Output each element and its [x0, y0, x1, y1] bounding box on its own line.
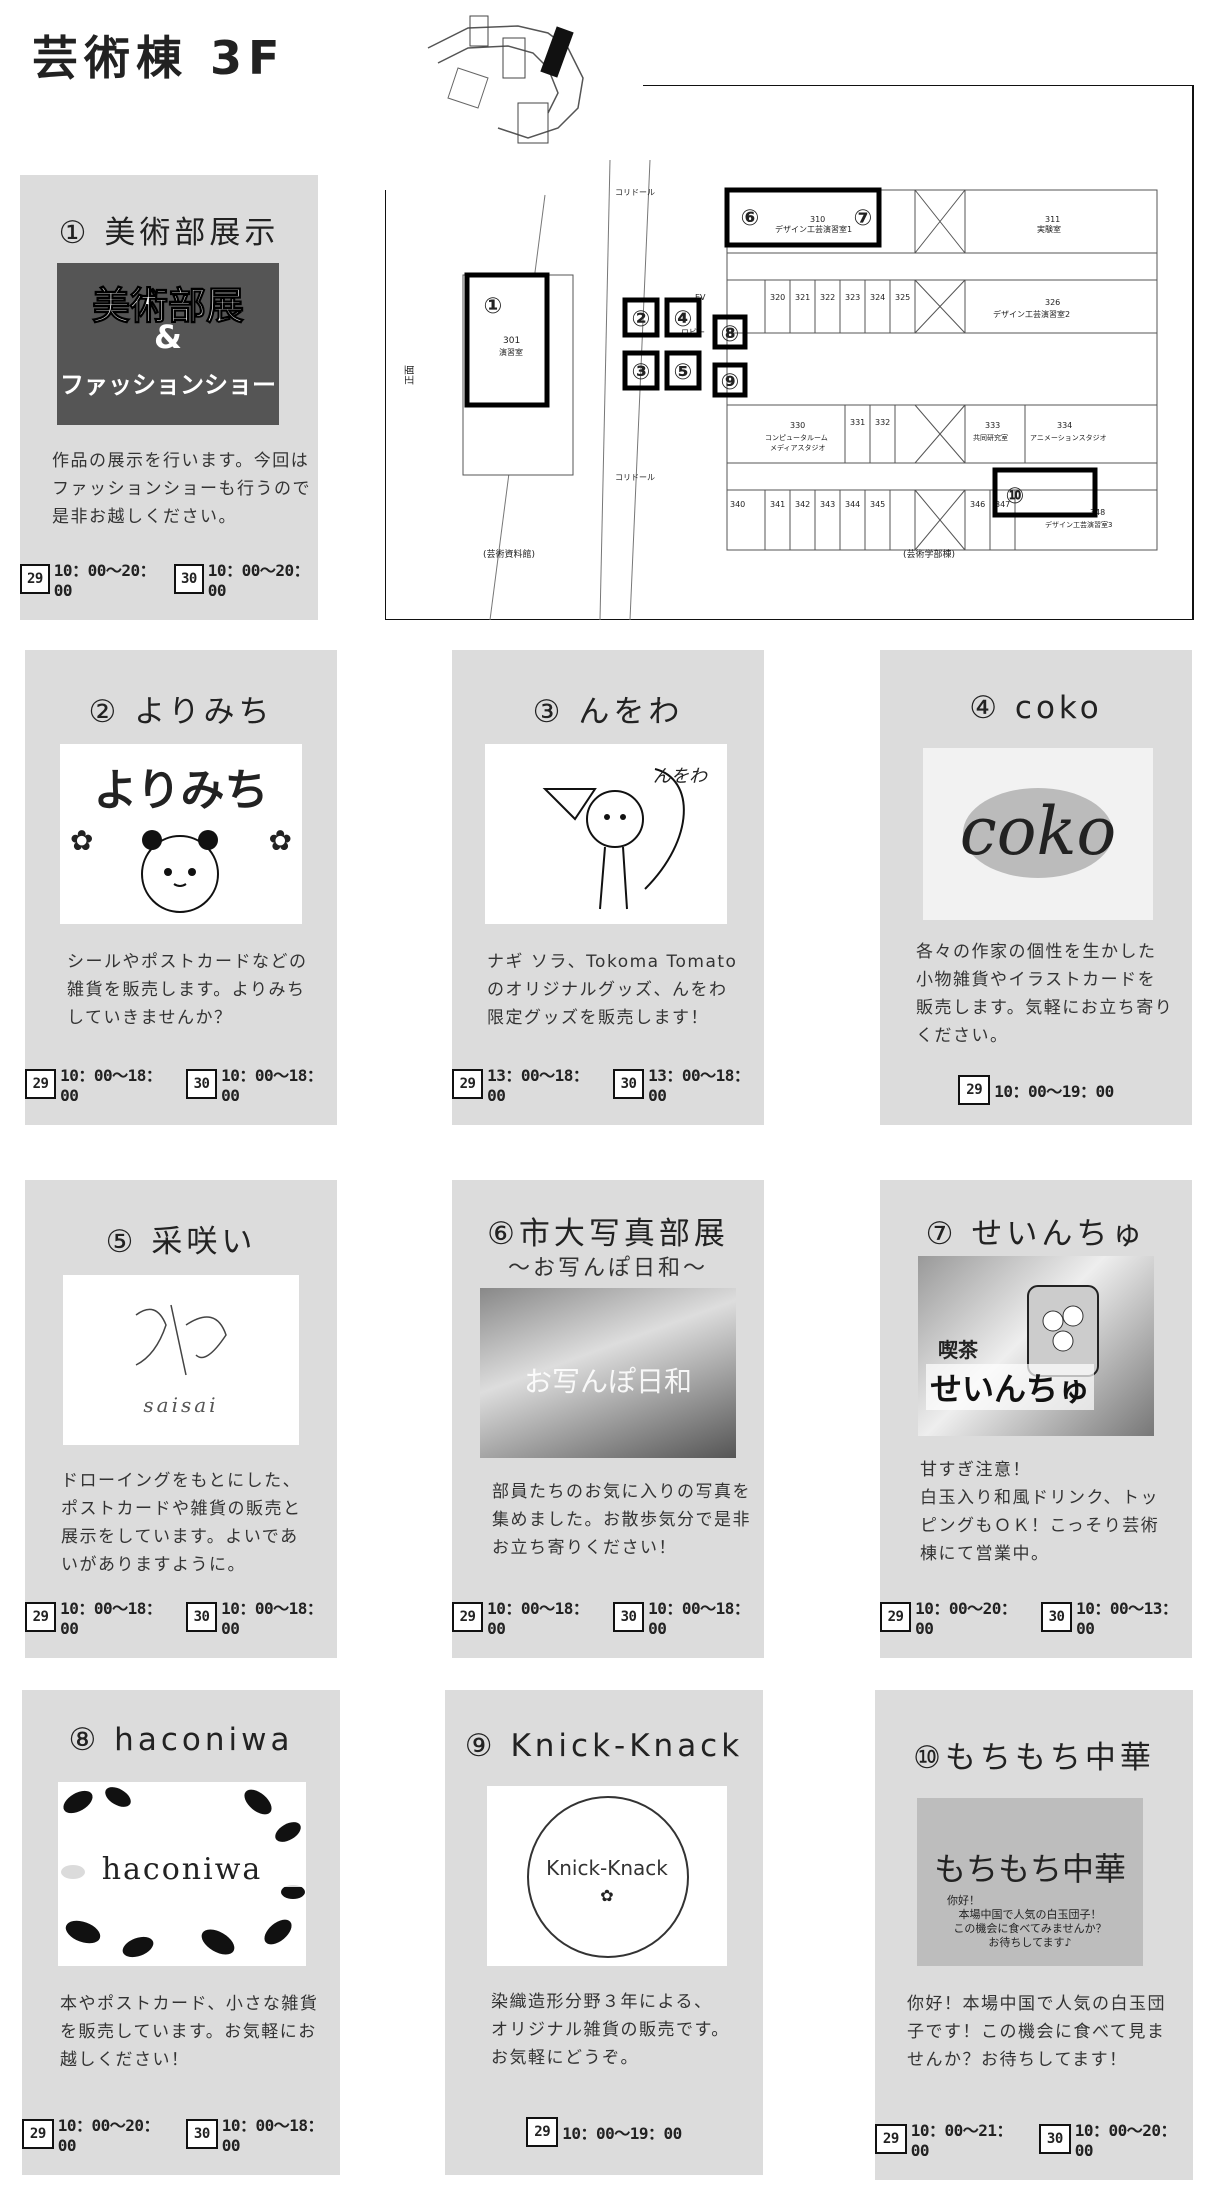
- booth-image: 喫茶 せいんちゅ: [918, 1256, 1154, 1436]
- booth-card-3: ③ んをわ んをわ ナギ ソラ、Tokoma Tomato のオリジナルグッズ、…: [452, 650, 764, 1125]
- booth-description: 甘すぎ注意！ 白玉入り和風ドリンク、トッ ピングもＯＫ！こっそり芸術 棟にて営業…: [920, 1460, 1160, 1564]
- svg-text:コリドール: コリドール: [615, 188, 655, 197]
- booth-schedule: 29 10：00～18：00 30 10：00～18：00: [452, 1595, 764, 1638]
- booth-title: ⑥市大写真部展: [487, 1216, 729, 1252]
- booth-title: ⑤ 采咲い: [105, 1224, 257, 1260]
- booth-description: 部員たちのお気に入りの写真を 集めました。お散歩気分で是非 お立ち寄りください！: [492, 1482, 751, 1558]
- booth-description: ドローイングをもとにした、 ポストカードや雑貨の販売と 展示をしています。よいで…: [61, 1471, 302, 1575]
- booth-schedule: 29 10：00～21：00 30 10：00～20：00: [875, 2117, 1193, 2160]
- svg-text:⑩: ⑩: [1006, 484, 1025, 509]
- svg-text:共同研究室: 共同研究室: [973, 433, 1008, 442]
- svg-text:325: 325: [895, 293, 910, 302]
- svg-text:342: 342: [795, 500, 810, 509]
- booth-description: 染織造形分野３年による、 オリジナル雑貨の販売です。 お気軽にどうぞ。: [491, 1992, 730, 2068]
- booth-schedule: 29 10：00～18：00 30 10：00～18：00: [25, 1595, 337, 1638]
- svg-text:322: 322: [820, 293, 835, 302]
- booth-schedule: 29 10：00～18：00 30 10：00～18：00: [25, 1062, 337, 1105]
- booth-description: 作品の展示を行います。今回は ファッションショーも行うので 是非お越しください。: [52, 451, 311, 527]
- svg-text:334: 334: [1057, 421, 1072, 430]
- svg-text:323: 323: [845, 293, 860, 302]
- booth-image: coko: [923, 748, 1153, 920]
- svg-text:(芸術学部棟): (芸術学部棟): [903, 548, 955, 560]
- svg-text:⑥: ⑥: [741, 206, 760, 231]
- svg-text:アニメーションスタジオ: アニメーションスタジオ: [1030, 433, 1107, 442]
- booth-schedule: 29 10：00～19：00: [445, 2117, 763, 2147]
- booth-card-9: ⑨ Knick-Knack Knick-Knack ✿ 染織造形分野３年による、…: [445, 1690, 763, 2175]
- svg-text:⑨: ⑨: [721, 370, 740, 395]
- svg-text:デザイン工芸演習室1: デザイン工芸演習室1: [775, 224, 852, 234]
- booth-subtitle: ～お写んぽ日和～: [507, 1256, 708, 1281]
- svg-text:344: 344: [845, 500, 860, 509]
- booth-title: ⑧ haconiwa: [68, 1722, 294, 1758]
- booth-card-2: ② よりみち よりみち ✿ ✿ シールやポストカードなどの 雑貨を販売します。よ…: [25, 650, 337, 1125]
- svg-text:コンピュータルーム: コンピュータルーム: [765, 433, 828, 442]
- booth-card-6: ⑥市大写真部展 ～お写んぽ日和～ お写んぽ日和 部員たちのお気に入りの写真を 集…: [452, 1180, 764, 1658]
- booth-image: haconiwa: [58, 1782, 306, 1966]
- svg-text:320: 320: [770, 293, 785, 302]
- svg-text:331: 331: [850, 418, 865, 427]
- svg-text:345: 345: [870, 500, 885, 509]
- svg-text:332: 332: [875, 418, 890, 427]
- booth-image: んをわ: [485, 744, 727, 924]
- booth-schedule: 29 10：00～20：00 30 10：00～13：00: [880, 1595, 1192, 1638]
- booth-schedule: 29 13：00～18：00 30 13：00～18：00: [452, 1062, 764, 1105]
- booth-card-4: ④ coko coko 各々の作家の個性を生かした 小物雑貨やイラストカードを …: [880, 650, 1192, 1125]
- booth-image: saisai: [63, 1275, 299, 1445]
- svg-text:301: 301: [503, 336, 520, 346]
- svg-text:メディアスタジオ: メディアスタジオ: [770, 443, 826, 452]
- svg-text:②: ②: [632, 307, 651, 332]
- booth-title: ③ んをわ: [532, 694, 684, 730]
- svg-text:340: 340: [730, 500, 745, 509]
- svg-text:③: ③: [632, 360, 651, 385]
- booth-image: Knick-Knack ✿: [487, 1786, 727, 1966]
- booth-description: シールやポストカードなどの 雑貨を販売します。よりみち していきませんか？: [67, 952, 308, 1028]
- svg-text:311: 311: [1045, 215, 1060, 224]
- svg-text:346: 346: [970, 500, 985, 509]
- booth-title: ⑩もちもち中華: [913, 1740, 1155, 1776]
- svg-text:演習室: 演習室: [499, 347, 523, 357]
- booth-card-5: ⑤ 采咲い saisai ドローイングをもとにした、 ポストカードや雑貨の販売と…: [25, 1180, 337, 1658]
- svg-text:デザイン工芸演習室2: デザイン工芸演習室2: [993, 309, 1070, 319]
- booth-card-1: ① 美術部展示 美術部展 & ファッションショー 作品の展示を行います。今回は …: [20, 175, 318, 620]
- svg-text:⑧: ⑧: [721, 322, 740, 347]
- booth-title: ② よりみち: [88, 694, 274, 730]
- svg-text:⑦: ⑦: [854, 206, 873, 231]
- booth-schedule: 29 10：00～19：00: [880, 1075, 1192, 1105]
- svg-text:デザイン工芸演習室3: デザイン工芸演習室3: [1045, 520, 1112, 529]
- svg-text:326: 326: [1045, 298, 1060, 307]
- page-title: 芸術棟 3F: [32, 31, 286, 85]
- svg-text:コリドール: コリドール: [615, 473, 655, 482]
- svg-text:①: ①: [484, 294, 503, 319]
- svg-text:⑤: ⑤: [674, 360, 693, 385]
- booth-description: ナギ ソラ、Tokoma Tomato のオリジナルグッズ、んをわ 限定グッズを…: [487, 952, 738, 1028]
- booth-title: ⑨ Knick-Knack: [464, 1728, 744, 1764]
- svg-text:324: 324: [870, 293, 885, 302]
- booth-image: もちもち中華 你好！ 本場中国で人気の白玉団子！ この機会に食べてみませんか？ …: [917, 1798, 1143, 1966]
- booth-schedule: 29 10：00～20：00 30 10：00～18：00: [22, 2112, 340, 2155]
- svg-text:実験室: 実験室: [1037, 224, 1061, 234]
- svg-text:正面: 正面: [405, 365, 416, 385]
- booth-title: ④ coko: [969, 690, 1103, 726]
- booth-title: ① 美術部展示: [58, 215, 280, 251]
- floor-plan-map: 301 演習室 310 デザイン工芸演習室1 311 実験室 326 デザイン工…: [385, 85, 1194, 620]
- svg-text:④: ④: [674, 307, 693, 332]
- booth-schedule: 29 10：00～20：00 30 10：00～20：00: [20, 557, 318, 600]
- svg-text:343: 343: [820, 500, 835, 509]
- booth-image: よりみち ✿ ✿: [60, 744, 302, 924]
- svg-text:330: 330: [790, 421, 805, 430]
- booth-image: お写んぽ日和: [480, 1288, 736, 1458]
- booth-card-7: ⑦ せいんちゅ 喫茶 せいんちゅ 甘すぎ注意！ 白玉入り和風ドリンク、トッ ピン…: [880, 1180, 1192, 1658]
- svg-text:333: 333: [985, 421, 1000, 430]
- booth-description: 各々の作家の個性を生かした 小物雑貨やイラストカードを 販売します。気軽にお立ち…: [916, 942, 1174, 1046]
- booth-description: 本やポストカード、小さな雑貨 を販売しています。お気軽にお 越しください！: [60, 1994, 319, 2070]
- svg-text:341: 341: [770, 500, 785, 509]
- booth-image: 美術部展 & ファッションショー: [57, 263, 279, 425]
- booth-description: 你好！本場中国で人気の白玉団 子です！この機会に食べて見ま せんか？お待ちしてま…: [907, 1994, 1166, 2070]
- booth-card-8: ⑧ haconiwa haconiwa 本やポストカード、小さな雑貨 を販売して…: [22, 1690, 340, 2175]
- svg-text:321: 321: [795, 293, 810, 302]
- svg-text:310: 310: [810, 215, 825, 224]
- booth-card-10: ⑩もちもち中華 もちもち中華 你好！ 本場中国で人気の白玉団子！ この機会に食べ…: [875, 1690, 1193, 2180]
- booth-title: ⑦ せいんちゅ: [925, 1216, 1147, 1252]
- svg-text:(芸術資料館): (芸術資料館): [483, 548, 535, 560]
